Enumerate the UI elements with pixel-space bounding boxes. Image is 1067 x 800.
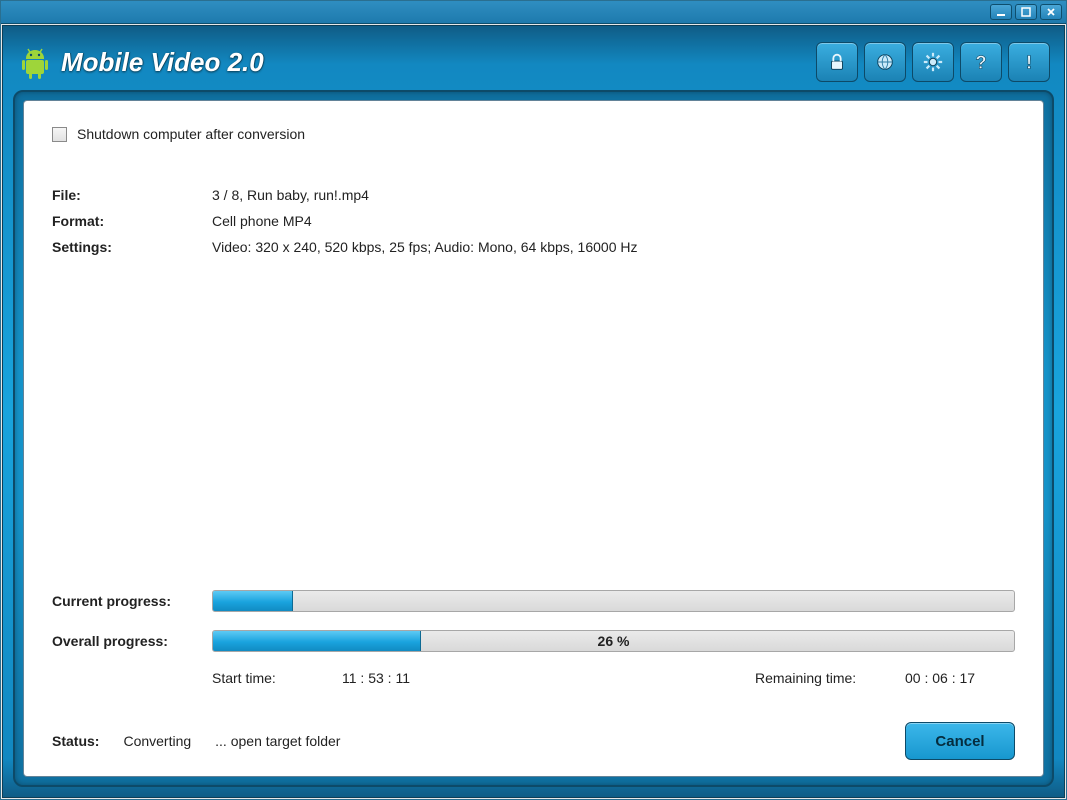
overall-progress-label: Overall progress: [52, 633, 212, 649]
info-grid: File: 3 / 8, Run baby, run!.mp4 Format: … [52, 187, 1015, 255]
close-button[interactable] [1040, 4, 1062, 20]
titlebar [1, 1, 1066, 24]
exclaim-icon: ! [1018, 51, 1040, 73]
file-label: File: [52, 187, 212, 203]
current-progress-row: Current progress: [52, 590, 1015, 612]
status-label: Status: [52, 733, 99, 749]
question-icon: ? [970, 51, 992, 73]
settings-value: Video: 320 x 240, 520 kbps, 25 fps; Audi… [212, 239, 1015, 255]
close-icon [1045, 6, 1057, 18]
overall-progress-row: Overall progress: 26 % [52, 630, 1015, 652]
android-icon [17, 44, 53, 80]
lock-icon [826, 51, 848, 73]
globe-icon [874, 51, 896, 73]
header-buttons: ? ! [816, 42, 1050, 82]
overall-progress-text: 26 % [213, 631, 1014, 651]
start-time-label: Start time: [212, 670, 342, 686]
current-progress-fill [213, 591, 293, 611]
remaining-time-label: Remaining time: [755, 670, 905, 686]
time-row: Start time: 11 : 53 : 11 Remaining time:… [52, 670, 1015, 686]
current-progress-label: Current progress: [52, 593, 212, 609]
settings-button[interactable] [912, 42, 954, 82]
lock-button[interactable] [816, 42, 858, 82]
help-button[interactable]: ? [960, 42, 1002, 82]
shutdown-option-row: Shutdown computer after conversion [52, 123, 1015, 145]
app-header: Mobile Video 2.0 [13, 34, 1054, 90]
progress-block: Current progress: Overall progress: 26 % [52, 590, 1015, 686]
shutdown-label: Shutdown computer after conversion [77, 126, 305, 142]
format-label: Format: [52, 213, 212, 229]
app-body: Mobile Video 2.0 [2, 25, 1065, 798]
gear-icon [922, 51, 944, 73]
maximize-icon [1020, 6, 1032, 18]
start-time-value: 11 : 53 : 11 [342, 670, 755, 686]
spacer [52, 255, 1015, 580]
app-title: Mobile Video 2.0 [61, 47, 264, 78]
remaining-time-value: 00 : 06 : 17 [905, 670, 1015, 686]
maximize-button[interactable] [1015, 4, 1037, 20]
file-value: 3 / 8, Run baby, run!.mp4 [212, 187, 1015, 203]
brand: Mobile Video 2.0 [17, 44, 264, 80]
panel-frame: Shutdown computer after conversion File:… [13, 90, 1054, 787]
status-value: Converting [123, 733, 191, 749]
globe-button[interactable] [864, 42, 906, 82]
minimize-icon [995, 6, 1007, 18]
shutdown-checkbox[interactable] [52, 127, 67, 142]
conversion-panel: Shutdown computer after conversion File:… [23, 100, 1044, 777]
open-target-folder-link[interactable]: ... open target folder [215, 733, 340, 749]
cancel-button-label: Cancel [935, 733, 984, 750]
overall-progress-bar: 26 % [212, 630, 1015, 652]
svg-text:?: ? [975, 51, 986, 72]
svg-text:!: ! [1026, 51, 1032, 72]
current-progress-bar [212, 590, 1015, 612]
bottom-row: Status: Converting ... open target folde… [52, 722, 1015, 760]
app-window: Mobile Video 2.0 [0, 0, 1067, 800]
cancel-button[interactable]: Cancel [905, 722, 1015, 760]
format-value: Cell phone MP4 [212, 213, 1015, 229]
minimize-button[interactable] [990, 4, 1012, 20]
settings-label: Settings: [52, 239, 212, 255]
about-button[interactable]: ! [1008, 42, 1050, 82]
